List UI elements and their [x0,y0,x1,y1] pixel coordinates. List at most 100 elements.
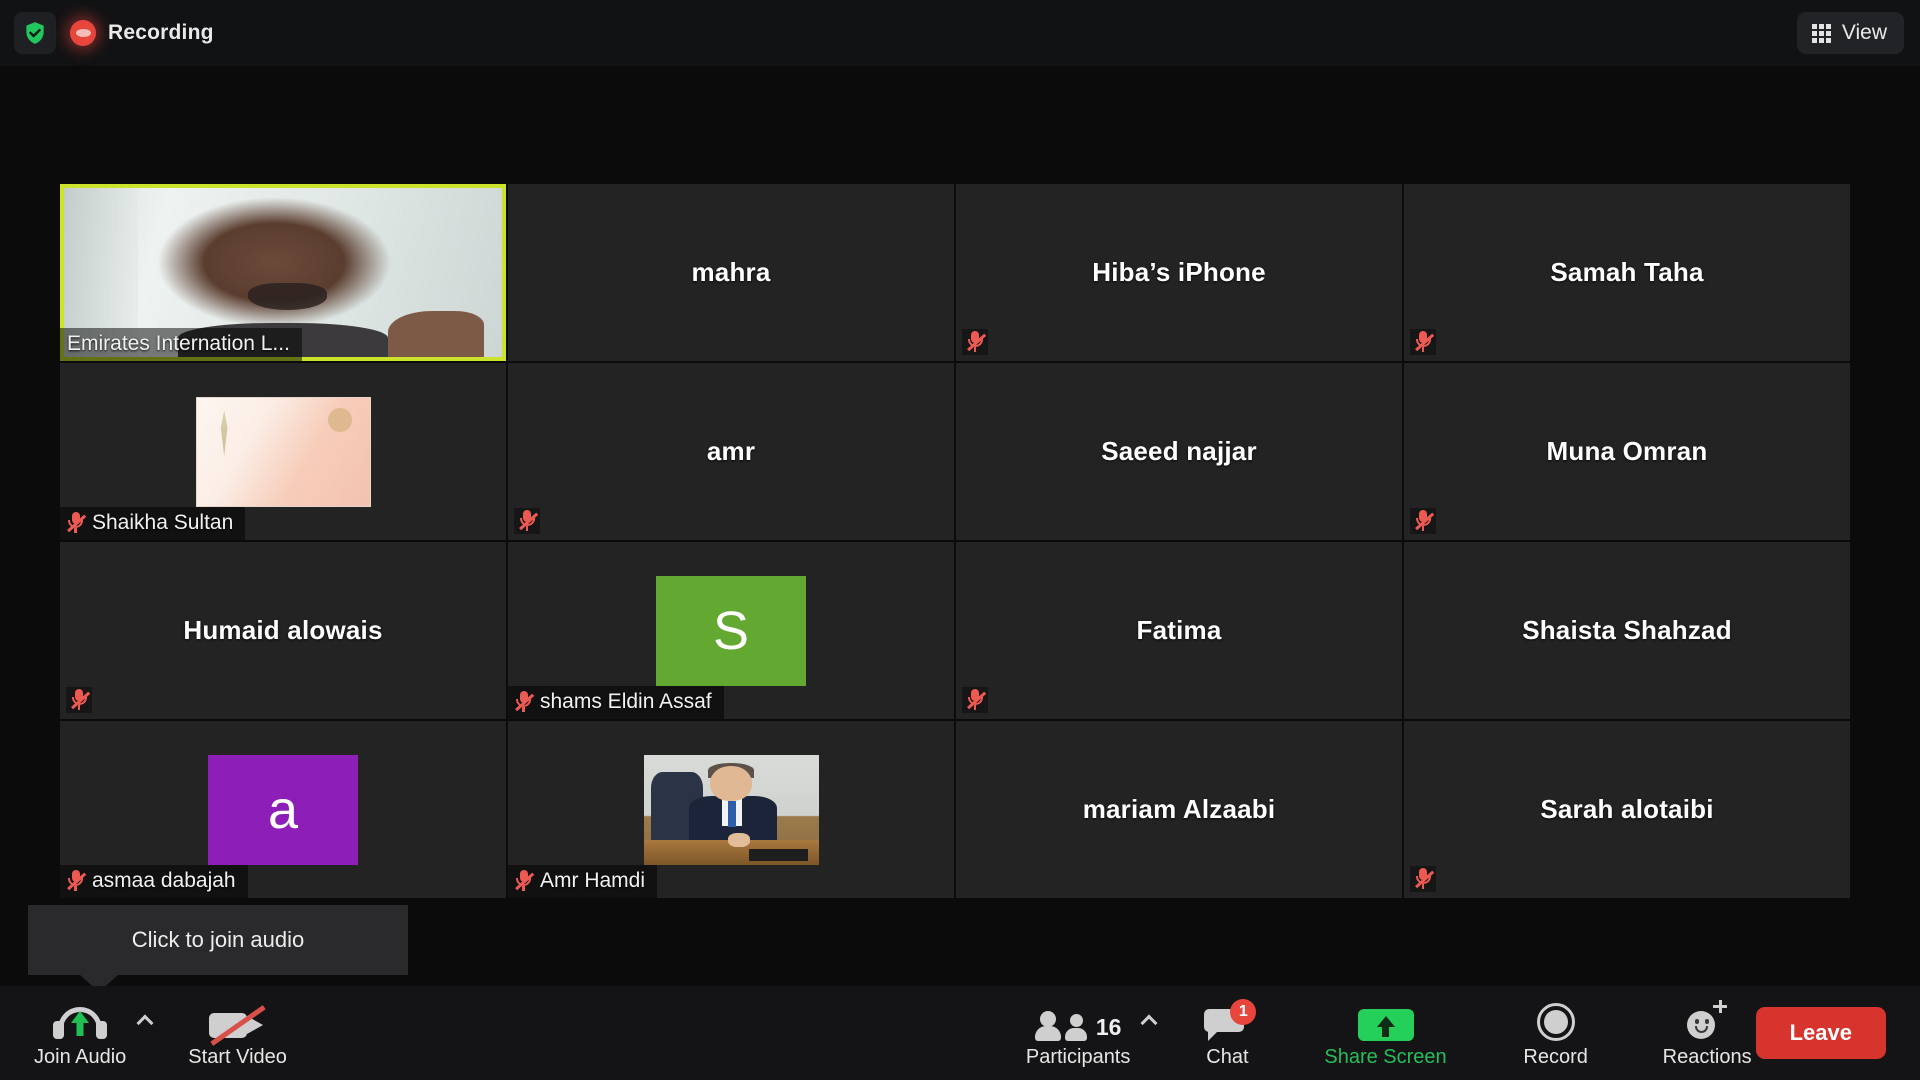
avatar [196,397,371,507]
mic-muted-icon [1415,509,1432,533]
participant-name-strip: Amr Hamdi [508,865,657,898]
recording-indicator[interactable]: Recording [70,20,214,46]
participant-tile[interactable]: Sarah alotaibi [1404,721,1850,898]
mic-muted-icon [67,869,84,893]
start-video-button[interactable]: Start Video [184,986,291,1080]
participant-name: Saeed najjar [1101,436,1257,467]
audio-options-chevron-up-icon[interactable] [130,986,160,1080]
participant-tile[interactable]: Saeed najjar [956,363,1402,540]
participant-name-strip: asmaa dabajah [60,865,248,898]
participants-options-chevron-up-icon[interactable] [1134,986,1164,1080]
participant-tile[interactable]: Emirates Internation L... [60,184,506,361]
mic-muted-badge [514,508,540,534]
mic-muted-badge [1410,508,1436,534]
participant-tile[interactable]: mariam Alzaabi [956,721,1402,898]
record-dot-icon [70,20,96,46]
avatar: S [656,576,806,686]
participant-name-strip: Shaikha Sultan [60,507,245,540]
camera-off-icon [209,997,267,1041]
view-button[interactable]: View [1797,12,1904,54]
mic-muted-icon [967,330,984,354]
participant-name: Emirates Internation L... [67,332,290,356]
participant-name: Amr Hamdi [540,869,645,893]
chat-button[interactable]: 1 Chat [1190,986,1264,1080]
join-audio-tooltip[interactable]: Click to join audio [28,905,408,975]
participant-name: Fatima [1136,615,1221,646]
mic-muted-icon [515,869,532,893]
zoom-meeting-window: Recording View Emirates Internation L...… [0,0,1920,1080]
chat-bubble-icon: 1 [1204,997,1250,1041]
mic-muted-icon [967,688,984,712]
mic-muted-badge [1410,329,1436,355]
mic-muted-icon [515,690,532,714]
participant-tile[interactable]: Hiba’s iPhone [956,184,1402,361]
participant-name-strip: Emirates Internation L... [60,328,302,361]
chat-unread-badge: 1 [1230,999,1256,1025]
participant-tile[interactable]: Shaikha Sultan [60,363,506,540]
participant-tile[interactable]: amr [508,363,954,540]
participant-name: Sarah alotaibi [1540,794,1713,825]
mic-muted-icon [1415,330,1432,354]
participant-name: Muna Omran [1547,436,1708,467]
participant-name-strip: shams Eldin Assaf [508,686,724,719]
participant-tile[interactable]: mahra [508,184,954,361]
participant-tile[interactable]: Samah Taha [1404,184,1850,361]
meeting-top-bar: Recording View [0,0,1920,66]
grid-view-icon [1812,24,1831,43]
share-screen-label: Share Screen [1324,1046,1446,1069]
participant-name: Humaid alowais [183,615,382,646]
participant-name: shams Eldin Assaf [540,690,712,714]
participant-tile[interactable]: a asmaa dabajah [60,721,506,898]
meeting-control-bar: Join Audio Start Video 16 Participants 1 [0,986,1920,1080]
mic-muted-icon [71,688,88,712]
participant-tile[interactable]: Shaista Shahzad [1404,542,1850,719]
mic-muted-badge [1410,866,1436,892]
mic-muted-icon [67,511,84,535]
mic-muted-icon [1415,867,1432,891]
participant-name: amr [707,436,755,467]
share-screen-icon [1358,997,1414,1041]
participants-button[interactable]: 16 Participants [1022,986,1135,1080]
mic-muted-icon [519,509,536,533]
start-video-label: Start Video [188,1046,287,1069]
participant-tile[interactable]: Humaid alowais [60,542,506,719]
mic-muted-badge [962,687,988,713]
avatar: a [208,755,358,865]
mic-muted-badge [66,687,92,713]
participant-video-grid: Emirates Internation L... mahra Hiba’s iPh… [60,184,1844,894]
join-audio-button[interactable]: Join Audio [30,986,130,1080]
participant-tile[interactable]: Sshams Eldin Assaf [508,542,954,719]
top-bar-right-group: View [1797,12,1920,54]
mic-muted-badge [962,329,988,355]
share-screen-button[interactable]: Share Screen [1320,986,1450,1080]
participant-tile[interactable]: Muna Omran [1404,363,1850,540]
top-bar-left-group: Recording [0,12,214,54]
leave-button[interactable]: Leave [1756,1007,1886,1059]
participant-name: Shaista Shahzad [1522,615,1732,646]
view-button-label: View [1842,21,1887,45]
participant-name: mahra [691,257,770,288]
chat-label: Chat [1206,1046,1248,1069]
record-circle-icon [1537,997,1575,1041]
recording-label: Recording [108,21,214,45]
avatar [644,755,819,865]
record-label: Record [1523,1046,1587,1069]
reactions-smiley-icon [1685,997,1729,1041]
participants-label: Participants [1026,1046,1131,1069]
reactions-label: Reactions [1663,1046,1752,1069]
headset-join-audio-icon [53,997,107,1041]
participant-tile[interactable]: Amr Hamdi [508,721,954,898]
record-button[interactable]: Record [1519,986,1593,1080]
participant-name: Samah Taha [1550,257,1703,288]
participant-name: mariam Alzaabi [1083,794,1276,825]
join-audio-tooltip-text: Click to join audio [132,927,304,953]
shield-check-icon[interactable] [14,12,56,54]
people-icon: 16 [1035,997,1122,1041]
participant-tile[interactable]: Fatima [956,542,1402,719]
participant-name: asmaa dabajah [92,869,236,893]
participant-name: Shaikha Sultan [92,511,233,535]
join-audio-label: Join Audio [34,1046,126,1069]
participant-name: Hiba’s iPhone [1092,257,1266,288]
reactions-button[interactable]: Reactions [1659,986,1756,1080]
participants-count: 16 [1096,1014,1122,1041]
